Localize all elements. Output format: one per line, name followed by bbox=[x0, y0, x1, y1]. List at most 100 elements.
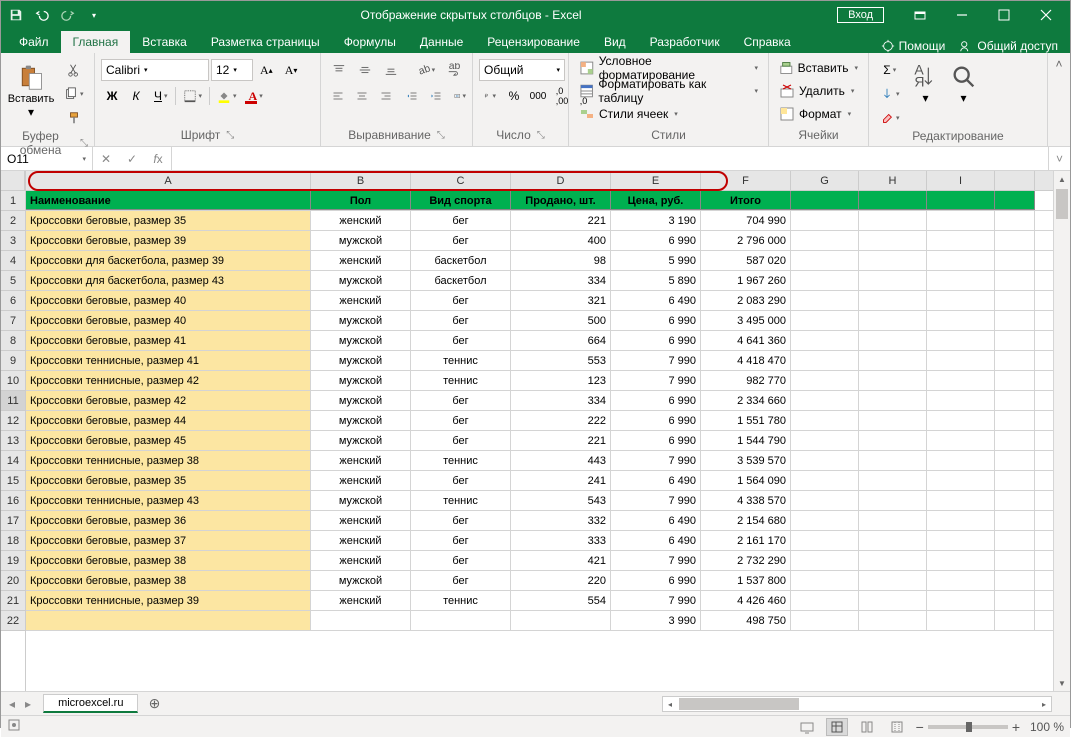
column-header[interactable]: E bbox=[611, 171, 701, 190]
cell[interactable]: 2 083 290 bbox=[701, 291, 791, 310]
cell[interactable]: женский bbox=[311, 471, 411, 490]
vertical-scrollbar[interactable]: ▲ ▼ bbox=[1053, 171, 1070, 691]
cell[interactable]: бег bbox=[411, 291, 511, 310]
cell[interactable] bbox=[791, 471, 859, 490]
cell[interactable]: Кроссовки беговые, размер 38 bbox=[26, 571, 311, 590]
cell-styles-button[interactable]: Стили ячеек▾ bbox=[575, 103, 762, 125]
cell[interactable]: 3 190 bbox=[611, 211, 701, 230]
minimize-icon[interactable] bbox=[942, 3, 982, 27]
sheet-nav-prev-icon[interactable]: ◂ bbox=[5, 697, 19, 711]
cell[interactable] bbox=[927, 291, 995, 310]
cell[interactable]: Кроссовки для баскетбола, размер 39 bbox=[26, 251, 311, 270]
zoom-level[interactable]: 100 % bbox=[1024, 720, 1064, 734]
cell[interactable]: бег bbox=[411, 431, 511, 450]
autosum-icon[interactable]: Σ▾ bbox=[875, 59, 905, 81]
cell[interactable]: мужской bbox=[311, 271, 411, 290]
cell[interactable] bbox=[927, 551, 995, 570]
font-launcher-icon[interactable]: ⤡ bbox=[226, 130, 234, 141]
cell[interactable] bbox=[311, 611, 411, 630]
cell[interactable]: 6 990 bbox=[611, 411, 701, 430]
align-bottom-icon[interactable] bbox=[379, 59, 403, 81]
cell[interactable]: женский bbox=[311, 511, 411, 530]
cut-icon[interactable] bbox=[59, 59, 89, 81]
tab-formulas[interactable]: Формулы bbox=[332, 31, 408, 53]
cell[interactable] bbox=[927, 511, 995, 530]
cell[interactable] bbox=[859, 431, 927, 450]
cell[interactable] bbox=[927, 451, 995, 470]
cell[interactable] bbox=[927, 611, 995, 630]
cell[interactable] bbox=[791, 291, 859, 310]
cell[interactable] bbox=[859, 451, 927, 470]
cell[interactable]: бег bbox=[411, 551, 511, 570]
cell[interactable]: 5 890 bbox=[611, 271, 701, 290]
zoom-out-icon[interactable]: − bbox=[916, 719, 924, 735]
cell[interactable]: 2 154 680 bbox=[701, 511, 791, 530]
cell[interactable] bbox=[791, 511, 859, 530]
horizontal-scrollbar[interactable]: ◂ ▸ bbox=[662, 696, 1052, 712]
row-header[interactable]: 18 bbox=[1, 531, 25, 551]
cell[interactable]: Пол bbox=[311, 191, 411, 210]
cell[interactable] bbox=[927, 271, 995, 290]
cell[interactable] bbox=[927, 351, 995, 370]
cell[interactable]: мужской bbox=[311, 411, 411, 430]
cell[interactable] bbox=[995, 431, 1035, 450]
cell[interactable] bbox=[859, 271, 927, 290]
tab-review[interactable]: Рецензирование bbox=[475, 31, 592, 53]
bold-icon[interactable]: Ж bbox=[101, 85, 123, 107]
cell[interactable]: 6 990 bbox=[611, 391, 701, 410]
cell[interactable] bbox=[995, 191, 1035, 210]
cell[interactable]: мужской bbox=[311, 371, 411, 390]
cell[interactable] bbox=[995, 411, 1035, 430]
close-icon[interactable] bbox=[1026, 3, 1066, 27]
row-header[interactable]: 13 bbox=[1, 431, 25, 451]
cell[interactable]: Кроссовки беговые, размер 40 bbox=[26, 291, 311, 310]
cell[interactable]: мужской bbox=[311, 571, 411, 590]
scroll-down-icon[interactable]: ▼ bbox=[1054, 675, 1070, 691]
row-header[interactable]: 16 bbox=[1, 491, 25, 511]
cell[interactable]: 2 796 000 bbox=[701, 231, 791, 250]
cell[interactable]: мужской bbox=[311, 391, 411, 410]
cell[interactable] bbox=[791, 251, 859, 270]
number-format-combo[interactable]: Общий▾ bbox=[479, 59, 565, 81]
formula-input[interactable] bbox=[172, 147, 1048, 170]
new-sheet-icon[interactable]: ⊕ bbox=[144, 695, 164, 712]
cell[interactable] bbox=[927, 211, 995, 230]
record-macro-icon[interactable] bbox=[7, 718, 21, 735]
cell[interactable]: 220 bbox=[511, 571, 611, 590]
comma-format-icon[interactable]: 000 bbox=[527, 85, 549, 107]
tab-home[interactable]: Главная bbox=[61, 31, 131, 53]
cell[interactable] bbox=[927, 251, 995, 270]
tab-view[interactable]: Вид bbox=[592, 31, 638, 53]
align-launcher-icon[interactable]: ⤡ bbox=[437, 130, 445, 141]
expand-formula-bar-icon[interactable]: ˅ bbox=[1048, 147, 1070, 170]
cell[interactable]: 6 990 bbox=[611, 231, 701, 250]
cell[interactable] bbox=[995, 271, 1035, 290]
cell[interactable]: 4 641 360 bbox=[701, 331, 791, 350]
cancel-formula-icon[interactable]: ✕ bbox=[93, 152, 119, 166]
copy-icon[interactable]: ▾ bbox=[59, 83, 89, 105]
column-header[interactable]: D bbox=[511, 171, 611, 190]
cell[interactable]: Кроссовки теннисные, размер 42 bbox=[26, 371, 311, 390]
row-header[interactable]: 17 bbox=[1, 511, 25, 531]
cell[interactable]: 334 bbox=[511, 391, 611, 410]
cell[interactable]: теннис bbox=[411, 451, 511, 470]
cell[interactable] bbox=[927, 191, 995, 210]
cell[interactable] bbox=[791, 411, 859, 430]
number-launcher-icon[interactable]: ⤡ bbox=[537, 130, 545, 141]
cell[interactable] bbox=[859, 191, 927, 210]
decrease-indent-icon[interactable] bbox=[401, 85, 423, 107]
cell[interactable]: 4 418 470 bbox=[701, 351, 791, 370]
name-box[interactable]: O11▾ bbox=[1, 147, 93, 170]
cell[interactable] bbox=[791, 571, 859, 590]
cell[interactable]: баскетбол bbox=[411, 271, 511, 290]
increase-font-icon[interactable]: A▴ bbox=[255, 59, 278, 81]
cell[interactable] bbox=[859, 511, 927, 530]
cell[interactable]: 222 bbox=[511, 411, 611, 430]
cell[interactable] bbox=[859, 211, 927, 230]
redo-icon[interactable] bbox=[57, 4, 79, 26]
save-icon[interactable] bbox=[5, 4, 27, 26]
cell[interactable] bbox=[995, 231, 1035, 250]
cell[interactable] bbox=[859, 551, 927, 570]
cell[interactable] bbox=[791, 431, 859, 450]
font-name-combo[interactable]: Calibri▾ bbox=[101, 59, 209, 81]
